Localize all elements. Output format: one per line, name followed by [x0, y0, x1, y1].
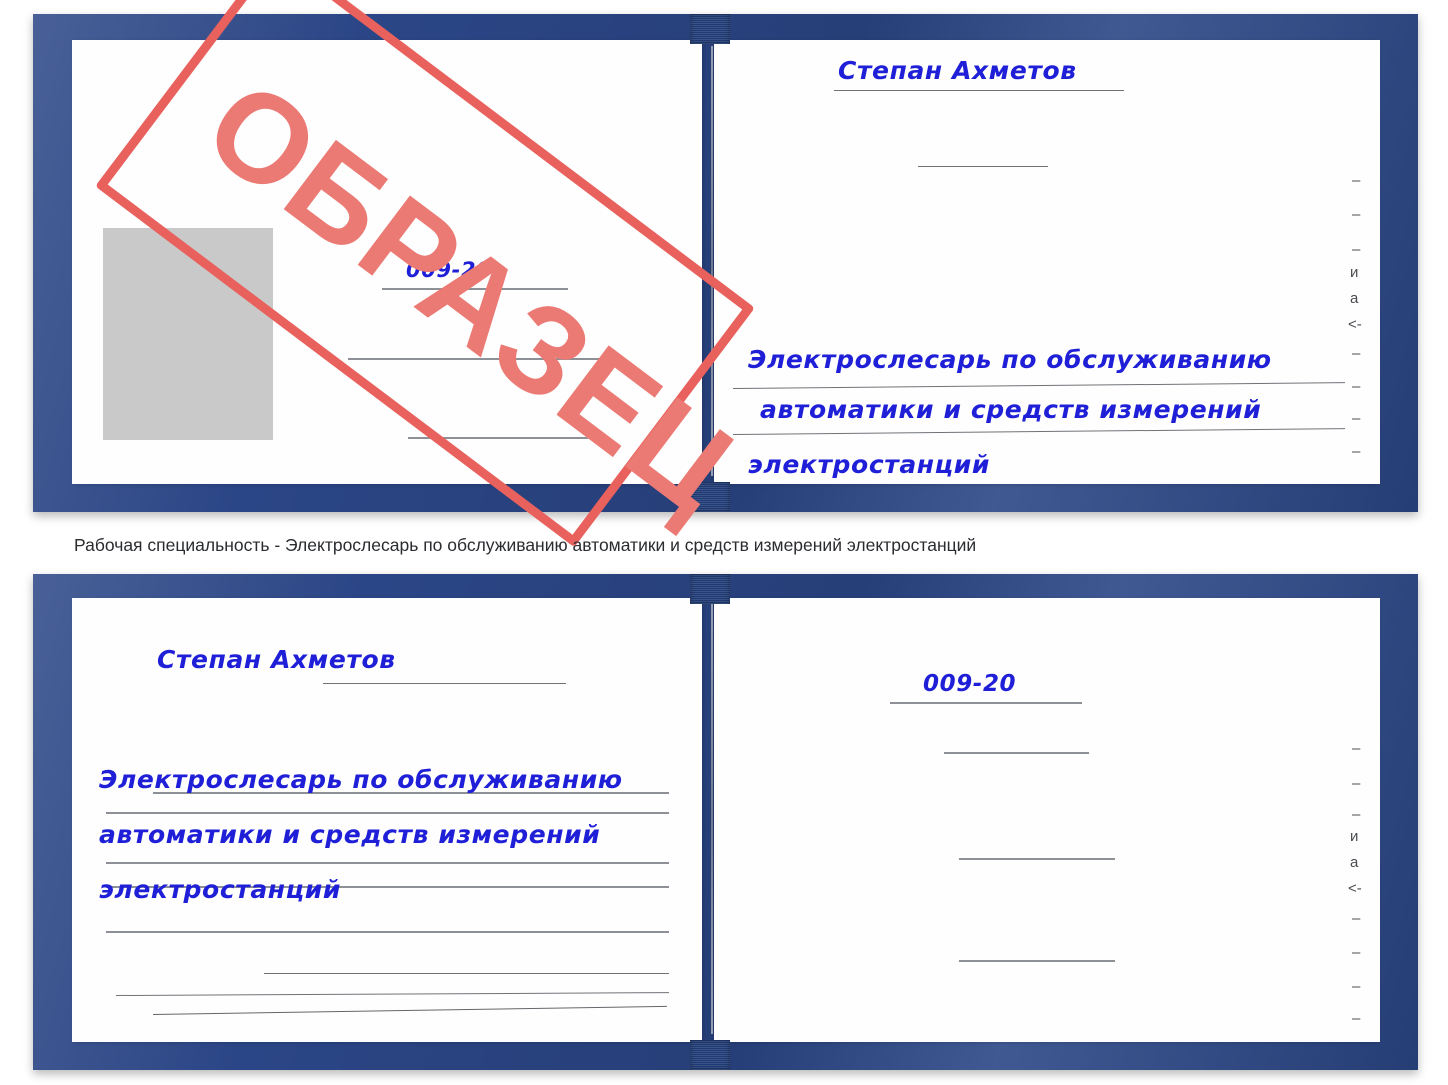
number-value-bottom-right: 009-20 [923, 671, 1017, 697]
edge-fragment-bottom-8: – [1352, 944, 1361, 961]
edge-fragment-bottom-5: а [1350, 854, 1359, 871]
spine-line-bottom [711, 604, 713, 1034]
edge-fragment-bottom-6: <- [1348, 880, 1362, 897]
edge-fragment-top-10: – [1352, 443, 1361, 460]
edge-fragment-bottom-7: – [1352, 910, 1361, 927]
edge-fragment-top-5: а [1350, 290, 1359, 307]
spine-tab-bottom-lower [690, 1040, 730, 1070]
spine-line-top [711, 46, 713, 476]
qualification-line1: Электрослесарь по обслуживанию [99, 765, 623, 794]
profession-line2: автоматики и средств измерений [760, 395, 1262, 424]
edge-fragment-top-3: – [1352, 241, 1361, 258]
qualification-rule5 [106, 931, 669, 933]
spine-tab-bottom-upper [690, 574, 730, 604]
edge-fragment-bottom-9: – [1352, 978, 1361, 995]
name-rule-bottom [323, 683, 566, 684]
qualification-line3: электростанций [99, 875, 342, 904]
edge-fragment-top-2: – [1352, 206, 1361, 223]
profession-line1: Электрослесарь по обслуживанию [748, 345, 1272, 374]
number-rule-bottom-right [890, 702, 1082, 704]
edge-fragment-bottom-10: – [1352, 1010, 1361, 1027]
issued-rule-top-left [408, 437, 588, 439]
spine-tab-top-lower [690, 482, 730, 512]
edge-fragment-bottom-4: и [1350, 828, 1359, 845]
edge-fragment-top-6: <- [1348, 316, 1362, 333]
edge-fragment-bottom-2: – [1352, 775, 1361, 792]
certificate-bottom-right-page [714, 598, 1380, 1042]
name-value-bottom: Степан Ахметов [157, 645, 396, 674]
graduation-date-rule [918, 166, 1048, 167]
photo-placeholder [103, 228, 273, 440]
edge-fragment-top-8: – [1352, 378, 1361, 395]
number-rule-top-left [382, 288, 568, 290]
caption-text: Рабочая специальность - Электрослесарь п… [74, 535, 977, 555]
profession-line3: электростанций [748, 450, 991, 479]
blank-rule-top-left [348, 358, 610, 360]
head-signature-rule [959, 960, 1115, 962]
received-value: Степан Ахметов [838, 56, 1077, 85]
edge-fragment-bottom-3: – [1352, 806, 1361, 823]
chair-signature-rule [959, 858, 1115, 860]
allowed-rule1 [264, 973, 669, 974]
qualification-rule3 [106, 862, 669, 864]
edge-fragment-bottom-1: – [1352, 740, 1361, 757]
number-value-top-left: 009-20 [406, 258, 492, 282]
qualification-line2: автоматики и средств измерений [99, 820, 601, 849]
received-rule [834, 90, 1124, 91]
edge-fragment-top-4: и [1350, 264, 1359, 281]
date-rule-bottom-right [944, 752, 1089, 754]
edge-fragment-top-9: – [1352, 410, 1361, 427]
edge-fragment-top-1: – [1352, 172, 1361, 189]
edge-fragment-top-7: – [1352, 345, 1361, 362]
qualification-rule2 [106, 812, 669, 814]
spine-tab-top-upper [690, 14, 730, 44]
